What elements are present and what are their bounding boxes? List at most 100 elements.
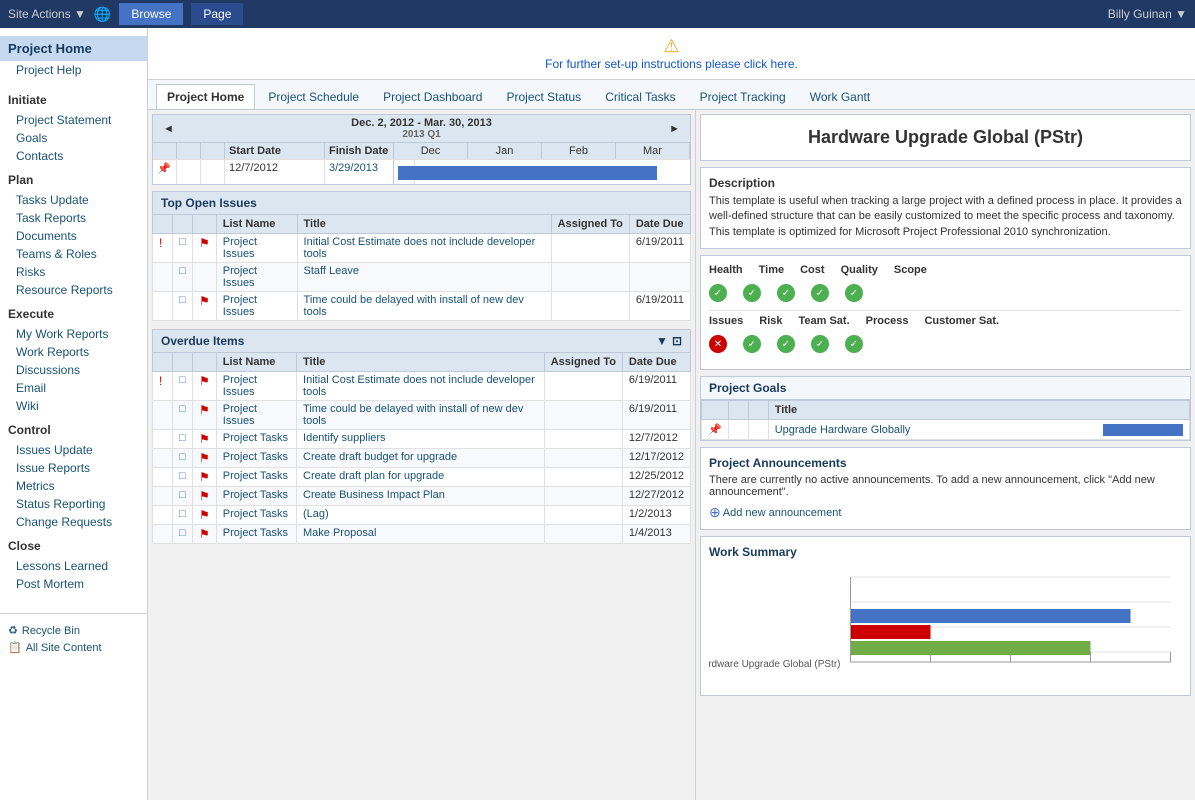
list-name-cell[interactable]: Project Issues: [216, 263, 297, 292]
goals-title-link[interactable]: Upgrade Hardware Globally: [775, 424, 911, 436]
sidebar-item-all-site-content[interactable]: 📋 All Site Content: [8, 639, 139, 656]
sidebar-item-post-mortem[interactable]: Post Mortem: [0, 575, 147, 593]
title-cell[interactable]: (Lag): [297, 506, 545, 525]
checkbox-cell[interactable]: □: [173, 487, 193, 506]
gantt-row-start-date: 12/7/2012: [225, 160, 325, 184]
sidebar-item-change-requests[interactable]: Change Requests: [0, 513, 147, 531]
sidebar-item-my-work-reports[interactable]: My Work Reports: [0, 325, 147, 343]
title-cell[interactable]: Initial Cost Estimate does not include d…: [297, 234, 551, 263]
sidebar-item-project-help[interactable]: Project Help: [0, 61, 147, 79]
sidebar-item-issues-update[interactable]: Issues Update: [0, 441, 147, 459]
flag-cell: ⚑: [193, 449, 217, 468]
checkbox-cell[interactable]: □: [173, 401, 193, 430]
tab-critical-tasks[interactable]: Critical Tasks: [594, 84, 686, 109]
flag-cell: ⚑: [193, 430, 217, 449]
browse-tab[interactable]: Browse: [119, 3, 183, 25]
title-cell[interactable]: Initial Cost Estimate does not include d…: [297, 372, 545, 401]
sidebar-item-lessons-learned[interactable]: Lessons Learned: [0, 557, 147, 575]
flag-icon: ⚑: [199, 489, 210, 503]
sidebar-item-task-reports[interactable]: Task Reports: [0, 209, 147, 227]
checkbox-cell[interactable]: □: [173, 506, 193, 525]
user-info[interactable]: Billy Guinan ▼: [1108, 7, 1187, 21]
list-name-cell[interactable]: Project Tasks: [216, 506, 296, 525]
tab-project-schedule[interactable]: Project Schedule: [257, 84, 370, 109]
sidebar-item-resource-reports[interactable]: Resource Reports: [0, 281, 147, 299]
date-due-cell: 6/19/2011: [622, 401, 690, 430]
sidebar-section-plan: Plan: [0, 165, 147, 191]
checkbox-cell[interactable]: □: [173, 430, 193, 449]
two-col-layout: ◄ Dec. 2, 2012 - Mar. 30, 2013 2013 Q1 ►: [148, 110, 1195, 800]
sidebar-item-goals[interactable]: Goals: [0, 129, 147, 147]
sidebar-item-status-reporting[interactable]: Status Reporting: [0, 495, 147, 513]
sidebar-item-documents[interactable]: Documents: [0, 227, 147, 245]
list-name-cell[interactable]: Project Issues: [216, 292, 297, 321]
checkbox-cell[interactable]: □: [173, 263, 193, 292]
checkbox-cell[interactable]: □: [173, 468, 193, 487]
sidebar-item-contacts[interactable]: Contacts: [0, 147, 147, 165]
checkbox-cell[interactable]: □: [173, 292, 193, 321]
checkbox-cell[interactable]: □: [173, 449, 193, 468]
table-row: □ ⚑ Project Tasks Create Business Impact…: [153, 487, 691, 506]
title-cell[interactable]: Time could be delayed with install of ne…: [297, 292, 551, 321]
setup-instructions-link[interactable]: For further set-up instructions please c…: [545, 57, 798, 71]
sidebar-item-wiki[interactable]: Wiki: [0, 397, 147, 415]
page-tab[interactable]: Page: [191, 3, 243, 25]
site-actions-button[interactable]: Site Actions ▼: [8, 7, 86, 21]
title-cell[interactable]: Staff Leave: [297, 263, 551, 292]
chart-bar-red: [851, 625, 931, 639]
list-name-cell[interactable]: Project Issues: [216, 234, 297, 263]
sidebar-item-email[interactable]: Email: [0, 379, 147, 397]
checkbox-cell[interactable]: □: [173, 234, 193, 263]
tab-project-dashboard[interactable]: Project Dashboard: [372, 84, 493, 109]
list-name-cell[interactable]: Project Tasks: [216, 468, 296, 487]
checkbox-cell[interactable]: □: [173, 372, 193, 401]
sidebar-item-risks[interactable]: Risks: [0, 263, 147, 281]
list-name-cell[interactable]: Project Tasks: [216, 430, 296, 449]
priority-cell: [153, 401, 173, 430]
list-name-cell[interactable]: Project Issues: [216, 401, 296, 430]
tab-work-gantt[interactable]: Work Gantt: [799, 84, 881, 109]
sidebar-item-work-reports[interactable]: Work Reports: [0, 343, 147, 361]
gantt-prev-btn[interactable]: ◄: [157, 123, 180, 135]
title-cell[interactable]: Make Proposal: [297, 525, 545, 544]
overdue-dropdown-icon[interactable]: ▼: [656, 334, 668, 348]
sidebar-item-issue-reports[interactable]: Issue Reports: [0, 459, 147, 477]
title-cell[interactable]: Create Business Impact Plan: [297, 487, 545, 506]
tab-project-tracking[interactable]: Project Tracking: [689, 84, 797, 109]
title-cell[interactable]: Identify suppliers: [297, 430, 545, 449]
sidebar-item-metrics[interactable]: Metrics: [0, 477, 147, 495]
tab-project-home[interactable]: Project Home: [156, 84, 255, 109]
top-nav: Site Actions ▼ 🌐 Browse Page Billy Guina…: [0, 0, 1195, 28]
add-announcement-link[interactable]: ⊕ Add new announcement: [709, 504, 1182, 521]
overdue-expand-icon[interactable]: ⊡: [672, 334, 682, 348]
scope-status-icon: ✓: [845, 284, 863, 302]
list-name-cell[interactable]: Project Issues: [216, 372, 296, 401]
list-name-cell[interactable]: Project Tasks: [216, 449, 296, 468]
tab-project-status[interactable]: Project Status: [495, 84, 592, 109]
list-name-cell[interactable]: Project Tasks: [216, 525, 296, 544]
metric-health-label: Health: [709, 264, 743, 276]
title-cell[interactable]: Time could be delayed with install of ne…: [297, 401, 545, 430]
flag-icon: ⚑: [199, 294, 210, 308]
sidebar-item-teams-roles[interactable]: Teams & Roles: [0, 245, 147, 263]
list-name-cell[interactable]: Project Tasks: [216, 487, 296, 506]
sidebar-section-control: Control: [0, 415, 147, 441]
work-summary-svg: Hardware Upgrade Global (PStr): [709, 567, 1182, 687]
title-cell[interactable]: Create draft budget for upgrade: [297, 449, 545, 468]
flag-icon: ⚑: [199, 508, 210, 522]
sidebar-item-recycle-bin[interactable]: ♻ Recycle Bin: [8, 622, 139, 639]
sidebar-item-project-statement[interactable]: Project Statement: [0, 111, 147, 129]
checkbox-cell[interactable]: □: [173, 525, 193, 544]
goals-checkbox-cell[interactable]: [728, 420, 748, 440]
gantt-next-btn[interactable]: ►: [663, 123, 686, 135]
sidebar-item-project-home[interactable]: Project Home: [0, 36, 147, 61]
issues-header-row: List Name Title Assigned To Date Due: [153, 215, 691, 234]
title-cell[interactable]: Create draft plan for upgrade: [297, 468, 545, 487]
overdue-items-table: List Name Title Assigned To Date Due ! □…: [152, 352, 691, 544]
right-col: Hardware Upgrade Global (PStr) Descripti…: [695, 110, 1195, 800]
gantt-section: ◄ Dec. 2, 2012 - Mar. 30, 2013 2013 Q1 ►: [152, 114, 691, 185]
date-due-cell: 12/17/2012: [622, 449, 690, 468]
sidebar-item-discussions[interactable]: Discussions: [0, 361, 147, 379]
sidebar-item-tasks-update[interactable]: Tasks Update: [0, 191, 147, 209]
assigned-to-cell: [551, 292, 629, 321]
